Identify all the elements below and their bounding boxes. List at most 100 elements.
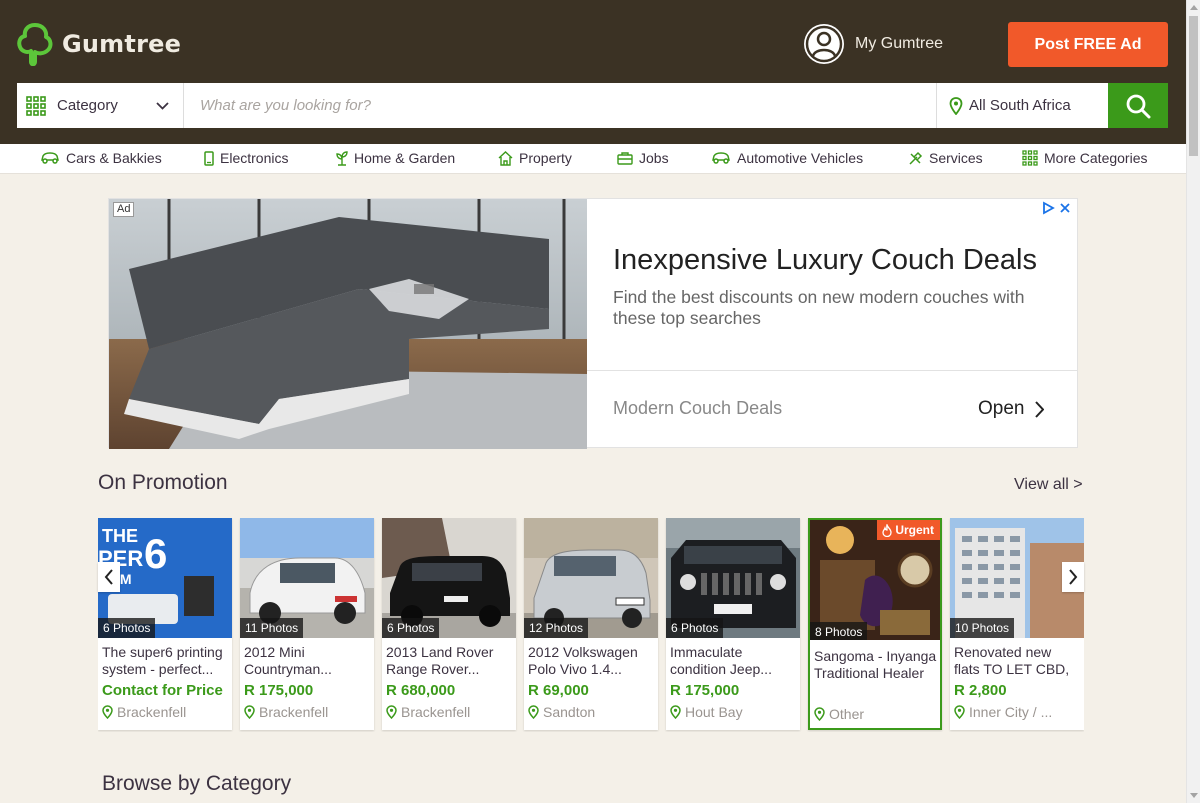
- user-avatar-icon: [804, 24, 844, 64]
- page-scrollbar[interactable]: [1186, 0, 1200, 803]
- carousel-prev-button[interactable]: [98, 562, 120, 592]
- nav-services[interactable]: Services: [908, 150, 983, 166]
- nav-property[interactable]: Property: [498, 150, 572, 166]
- location-pin-icon: [528, 705, 539, 719]
- photo-count: 6 Photos: [382, 618, 440, 638]
- nav-cars-bakkies[interactable]: Cars & Bakkies: [40, 150, 162, 166]
- search-button[interactable]: [1108, 83, 1168, 128]
- photo-count: 8 Photos: [810, 622, 868, 640]
- listing-title: The super6 printing system - perfect...: [102, 644, 223, 677]
- location-pin-icon: [102, 705, 113, 719]
- photo-count: 11 Photos: [240, 618, 304, 638]
- category-label: Category: [57, 97, 118, 114]
- ad-open-button[interactable]: Open: [978, 398, 1045, 420]
- listing-title: 2012 Volkswagen Polo Vivo 1.4...: [528, 644, 638, 677]
- nav-automotive-vehicles[interactable]: Automotive Vehicles: [711, 150, 863, 166]
- listing-title: Immaculate condition Jeep...: [670, 644, 772, 677]
- search-input[interactable]: [184, 83, 936, 128]
- nav-label: More Categories: [1044, 150, 1148, 166]
- briefcase-icon: [617, 152, 633, 165]
- flame-icon: [882, 523, 892, 537]
- ad-open-label: Open: [978, 398, 1025, 419]
- location-text: Brackenfell: [401, 704, 471, 720]
- plant-icon: [336, 150, 348, 166]
- location-label: All South Africa: [969, 97, 1071, 114]
- location-pin-icon: [386, 705, 397, 719]
- listing-image: 6 Photos: [666, 518, 800, 638]
- scroll-down-arrow[interactable]: [1190, 793, 1198, 798]
- listing-image: 11 Photos: [240, 518, 374, 638]
- advertisement-banner[interactable]: Ad Inexpensive Luxury Couch Deals Find t…: [108, 198, 1078, 449]
- brand-name: Gumtree: [62, 30, 182, 58]
- carousel-next-button[interactable]: [1062, 562, 1084, 592]
- listing-price: R 2,800: [954, 682, 1007, 699]
- scroll-up-arrow[interactable]: [1190, 5, 1198, 10]
- listing-image: 6 Photos: [382, 518, 516, 638]
- photo-count: 12 Photos: [524, 618, 589, 638]
- location-pin-icon: [954, 705, 965, 719]
- svg-text:THE: THE: [102, 526, 138, 546]
- listing-location: Brackenfell: [244, 704, 328, 720]
- location-text: Inner City / ...: [969, 704, 1053, 720]
- ad-footer-text: Modern Couch Deals: [613, 398, 783, 418]
- gumtree-logo[interactable]: Gumtree: [16, 22, 181, 66]
- listing-title: Sangoma - Inyanga Traditional Healer: [814, 648, 937, 681]
- listing-location: Inner City / ...: [954, 704, 1052, 720]
- close-icon[interactable]: [1059, 202, 1071, 214]
- section-title-promotion: On Promotion: [98, 471, 228, 494]
- location-pin-icon: [814, 707, 825, 721]
- nav-more-categories[interactable]: More Categories: [1022, 150, 1148, 166]
- adchoices-icon[interactable]: [1041, 201, 1055, 215]
- house-icon: [498, 150, 513, 166]
- location-text: Sandton: [543, 704, 596, 720]
- listing-title: Renovated new flats TO LET CBD, safe...: [954, 644, 1070, 677]
- location-text: Hout Bay: [685, 704, 743, 720]
- tools-icon: [909, 151, 923, 165]
- ad-body: Find the best discounts on new modern co…: [613, 287, 1025, 328]
- location-text: Other: [829, 706, 865, 722]
- location-pin-icon: [244, 705, 255, 719]
- nav-jobs[interactable]: Jobs: [617, 150, 669, 166]
- listing-card[interactable]: 12 Photos 2012 Volkswagen Polo Vivo 1.4.…: [524, 518, 658, 730]
- ad-divider: [587, 370, 1077, 371]
- ad-headline[interactable]: Inexpensive Luxury Couch Deals: [613, 244, 1037, 277]
- promotion-carousel: THE PER 6 TEM 6 Photos The super6 printi…: [98, 518, 1084, 732]
- location-selector[interactable]: All South Africa: [936, 83, 1108, 128]
- post-free-ad-button[interactable]: Post FREE Ad: [1008, 22, 1168, 67]
- listing-card-urgent[interactable]: Urgent 8 Photos Sangoma - Inyanga Tradit…: [808, 518, 942, 730]
- listing-price: R 680,000: [386, 682, 456, 699]
- listing-title: 2012 Mini Countryman...: [244, 644, 332, 677]
- my-gumtree-link[interactable]: My Gumtree: [804, 24, 943, 64]
- view-all-link[interactable]: View all >: [1014, 476, 1083, 494]
- listing-title: 2013 Land Rover Range Rover...: [386, 644, 494, 677]
- chevron-down-icon: [156, 102, 169, 110]
- grid-icon: [1022, 150, 1038, 166]
- location-pin-icon: [949, 96, 963, 115]
- listing-price: R 69,000: [528, 682, 589, 699]
- listing-card[interactable]: THE PER 6 TEM 6 Photos The super6 printi…: [98, 518, 232, 730]
- listing-card[interactable]: 11 Photos 2012 Mini Countryman... R 175,…: [240, 518, 374, 730]
- listing-location: Brackenfell: [102, 704, 186, 720]
- nav-label: Home & Garden: [354, 150, 456, 166]
- category-nav: Cars & Bakkies Electronics Home & Garden…: [0, 144, 1186, 174]
- category-dropdown[interactable]: Category: [17, 83, 184, 128]
- nav-label: Cars & Bakkies: [66, 150, 162, 166]
- svg-text:6: 6: [144, 530, 167, 577]
- photo-count: 6 Photos: [666, 618, 724, 638]
- urgent-label: Urgent: [895, 523, 934, 537]
- nav-label: Electronics: [220, 150, 289, 166]
- listing-card[interactable]: 6 Photos 2013 Land Rover Range Rover... …: [382, 518, 516, 730]
- listing-card[interactable]: 10 Photos Renovated new flats TO LET CBD…: [950, 518, 1084, 730]
- listing-image: Urgent 8 Photos: [810, 520, 940, 640]
- nav-home-garden[interactable]: Home & Garden: [336, 150, 455, 166]
- location-pin-icon: [670, 705, 681, 719]
- chevron-right-icon: [1069, 569, 1078, 585]
- car-icon: [712, 152, 730, 164]
- listing-price: Contact for Price: [102, 682, 223, 699]
- ad-badge: Ad: [113, 202, 135, 217]
- nav-electronics[interactable]: Electronics: [204, 150, 288, 166]
- scroll-thumb[interactable]: [1189, 16, 1198, 156]
- chevron-left-icon: [104, 569, 113, 585]
- listing-card[interactable]: 6 Photos Immaculate condition Jeep... R …: [666, 518, 800, 730]
- chevron-right-icon: [1035, 400, 1045, 418]
